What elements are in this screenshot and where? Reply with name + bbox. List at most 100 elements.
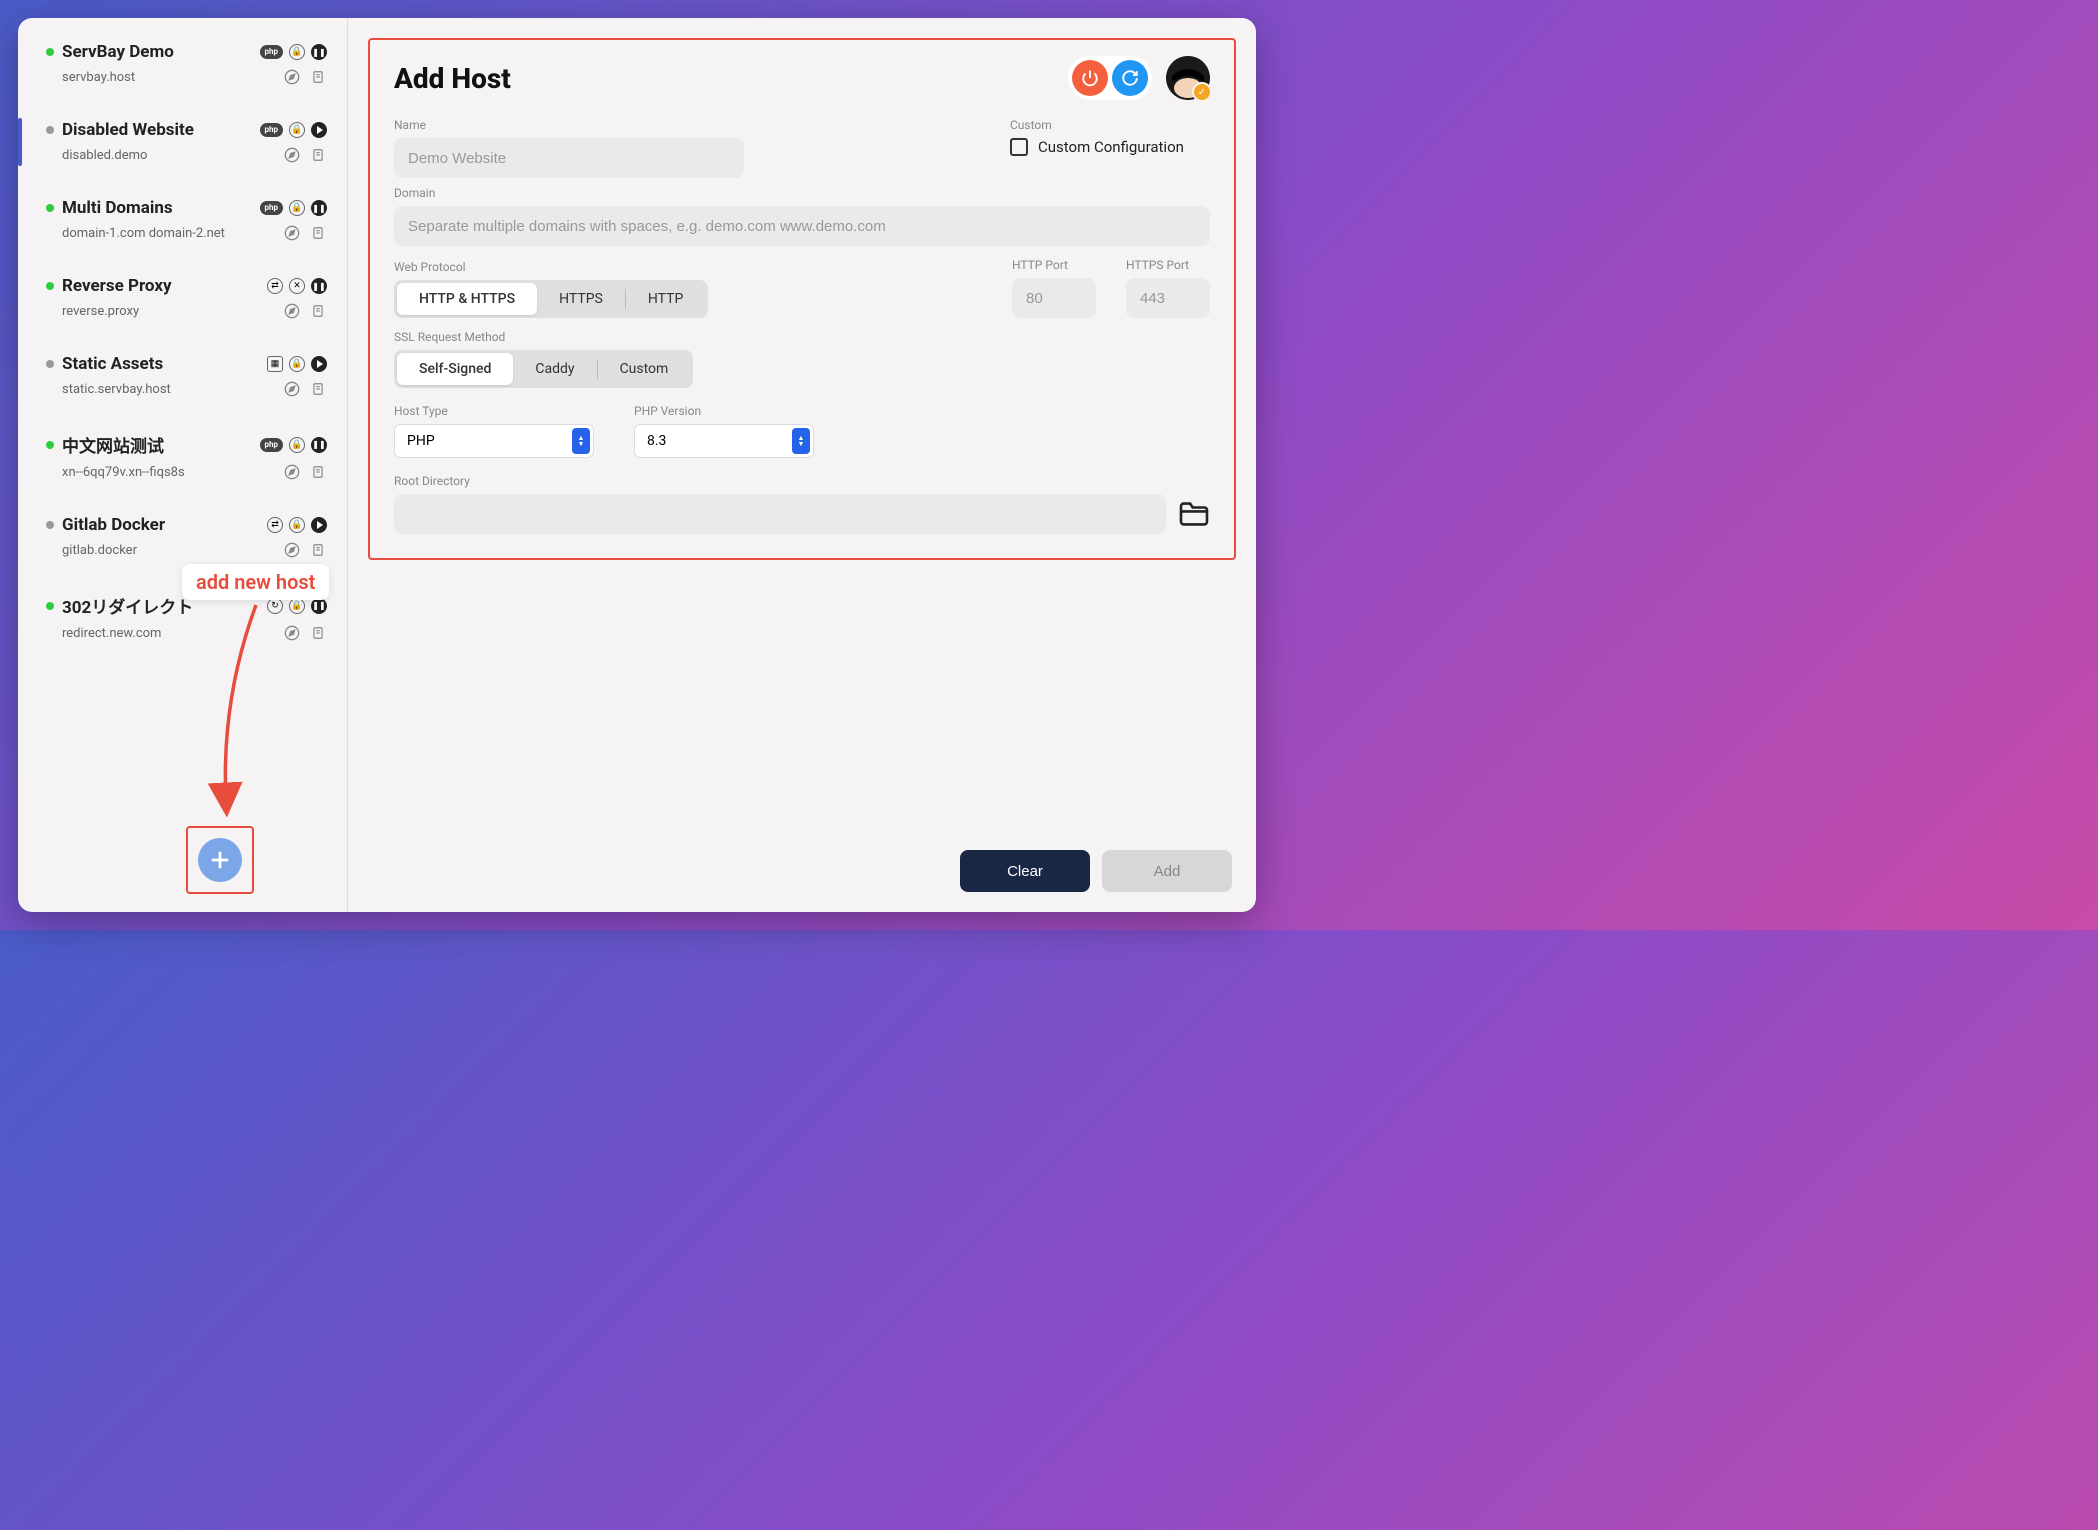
status-dot-icon <box>46 48 54 56</box>
play-icon[interactable] <box>311 517 327 533</box>
refresh-button[interactable] <box>1112 60 1148 96</box>
host-item[interactable]: Static Assets ▦ 🔒 static.servbay.host <box>18 344 347 408</box>
proxy-icon: ⇄ <box>267 278 283 294</box>
shield-icon: 🔒 <box>289 200 305 216</box>
shield-icon: 🔒 <box>289 44 305 60</box>
avatar[interactable] <box>1166 56 1210 100</box>
https-port-input[interactable] <box>1126 278 1210 318</box>
host-item[interactable]: Gitlab Docker ⇄ 🔒 gitlab.docker <box>18 505 347 569</box>
protocol-option-https[interactable]: HTTPS <box>537 283 625 315</box>
clear-button[interactable]: Clear <box>960 850 1090 892</box>
ssl-method-segmented: Self-Signed Caddy Custom <box>394 350 693 388</box>
sidebar: ServBay Demo php 🔒 ❚❚ servbay.host Disab… <box>18 18 348 912</box>
host-item[interactable]: Multi Domains php 🔒 ❚❚ domain-1.com doma… <box>18 188 347 252</box>
pause-icon[interactable]: ❚❚ <box>311 278 327 294</box>
custom-config-label: Custom Configuration <box>1038 138 1184 156</box>
host-item[interactable]: 中文网站测试 php 🔒 ❚❚ xn--6qq79v.xn--fiqs8s <box>18 422 347 491</box>
ssl-option-selfsigned[interactable]: Self-Signed <box>397 353 513 385</box>
compass-icon[interactable] <box>283 146 301 164</box>
php-version-select[interactable]: 8.3 <box>634 424 814 458</box>
add-button[interactable]: Add <box>1102 850 1232 892</box>
compass-icon[interactable] <box>283 463 301 481</box>
host-domain: domain-1.com domain-2.net <box>62 226 283 241</box>
host-name: 302リダイレクト <box>62 593 259 618</box>
pause-icon[interactable]: ❚❚ <box>311 200 327 216</box>
compass-icon[interactable] <box>283 224 301 242</box>
host-item[interactable]: Reverse Proxy ⇄ ✕ ❚❚ reverse.proxy <box>18 266 347 330</box>
chevron-updown-icon: ▲▼ <box>792 428 810 454</box>
refresh-icon <box>1121 69 1139 87</box>
plus-icon <box>209 849 231 871</box>
php-badge-icon: php <box>260 438 283 452</box>
custom-config-checkbox[interactable] <box>1010 138 1028 156</box>
note-icon[interactable] <box>309 541 327 559</box>
redirect-icon: ↻ <box>267 598 283 614</box>
note-icon[interactable] <box>309 302 327 320</box>
root-dir-label: Root Directory <box>394 474 1210 488</box>
ssl-option-caddy[interactable]: Caddy <box>513 353 596 385</box>
compass-icon[interactable] <box>283 541 301 559</box>
app-window: ServBay Demo php 🔒 ❚❚ servbay.host Disab… <box>18 18 1256 912</box>
static-icon: ▦ <box>267 356 283 372</box>
avatar-icon <box>1166 56 1210 100</box>
shield-x-icon: ✕ <box>289 278 305 294</box>
compass-icon[interactable] <box>283 380 301 398</box>
play-icon[interactable] <box>311 356 327 372</box>
power-button[interactable] <box>1072 60 1108 96</box>
name-label: Name <box>394 118 970 132</box>
note-icon[interactable] <box>309 463 327 481</box>
note-icon[interactable] <box>309 68 327 86</box>
shield-icon: 🔒 <box>289 122 305 138</box>
note-icon[interactable] <box>309 224 327 242</box>
header-action-pill <box>1068 56 1152 100</box>
proxy-icon: ⇄ <box>267 517 283 533</box>
host-item[interactable]: Disabled Website php 🔒 disabled.demo <box>18 110 347 174</box>
pause-icon[interactable]: ❚❚ <box>311 44 327 60</box>
protocol-option-both[interactable]: HTTP & HTTPS <box>397 283 537 315</box>
host-name: Static Assets <box>62 354 259 374</box>
play-icon[interactable] <box>311 122 327 138</box>
compass-icon[interactable] <box>283 68 301 86</box>
host-domain: static.servbay.host <box>62 382 283 397</box>
domain-label: Domain <box>394 186 1210 200</box>
custom-label: Custom <box>1010 118 1210 132</box>
name-input[interactable] <box>394 138 744 178</box>
ssl-method-label: SSL Request Method <box>394 330 1210 344</box>
host-domain: reverse.proxy <box>62 304 283 319</box>
http-port-input[interactable] <box>1012 278 1096 318</box>
host-name: Disabled Website <box>62 120 252 140</box>
folder-icon[interactable] <box>1178 501 1210 527</box>
root-dir-input[interactable] <box>394 494 1166 534</box>
domain-input[interactable] <box>394 206 1210 246</box>
pause-icon[interactable]: ❚❚ <box>311 598 327 614</box>
host-item[interactable]: ServBay Demo php 🔒 ❚❚ servbay.host <box>18 32 347 96</box>
note-icon[interactable] <box>309 146 327 164</box>
host-type-select[interactable]: PHP <box>394 424 594 458</box>
pause-icon[interactable]: ❚❚ <box>311 437 327 453</box>
host-domain: servbay.host <box>62 70 283 85</box>
host-domain: xn--6qq79v.xn--fiqs8s <box>62 465 283 480</box>
compass-icon[interactable] <box>283 624 301 642</box>
host-name: Reverse Proxy <box>62 276 259 296</box>
protocol-option-http[interactable]: HTTP <box>626 283 705 315</box>
host-name: Gitlab Docker <box>62 515 259 535</box>
note-icon[interactable] <box>309 380 327 398</box>
page-title: Add Host <box>394 62 1068 95</box>
php-badge-icon: php <box>260 123 283 137</box>
host-domain: gitlab.docker <box>62 543 283 558</box>
host-domain: disabled.demo <box>62 148 283 163</box>
note-icon[interactable] <box>309 624 327 642</box>
ssl-option-custom[interactable]: Custom <box>598 353 691 385</box>
annotation-highlight-box: Add Host <box>368 38 1236 560</box>
status-dot-icon <box>46 204 54 212</box>
web-protocol-segmented: HTTP & HTTPS HTTPS HTTP <box>394 280 708 318</box>
host-name: ServBay Demo <box>62 42 252 62</box>
compass-icon[interactable] <box>283 302 301 320</box>
shield-icon: 🔒 <box>289 517 305 533</box>
host-item[interactable]: 302リダイレクト ↻ 🔒 ❚❚ redirect.new.com <box>18 583 347 652</box>
add-host-fab[interactable] <box>198 838 242 882</box>
host-name: 中文网站测试 <box>62 432 252 457</box>
status-dot-icon <box>46 282 54 290</box>
shield-icon: 🔒 <box>289 356 305 372</box>
php-badge-icon: php <box>260 45 283 59</box>
